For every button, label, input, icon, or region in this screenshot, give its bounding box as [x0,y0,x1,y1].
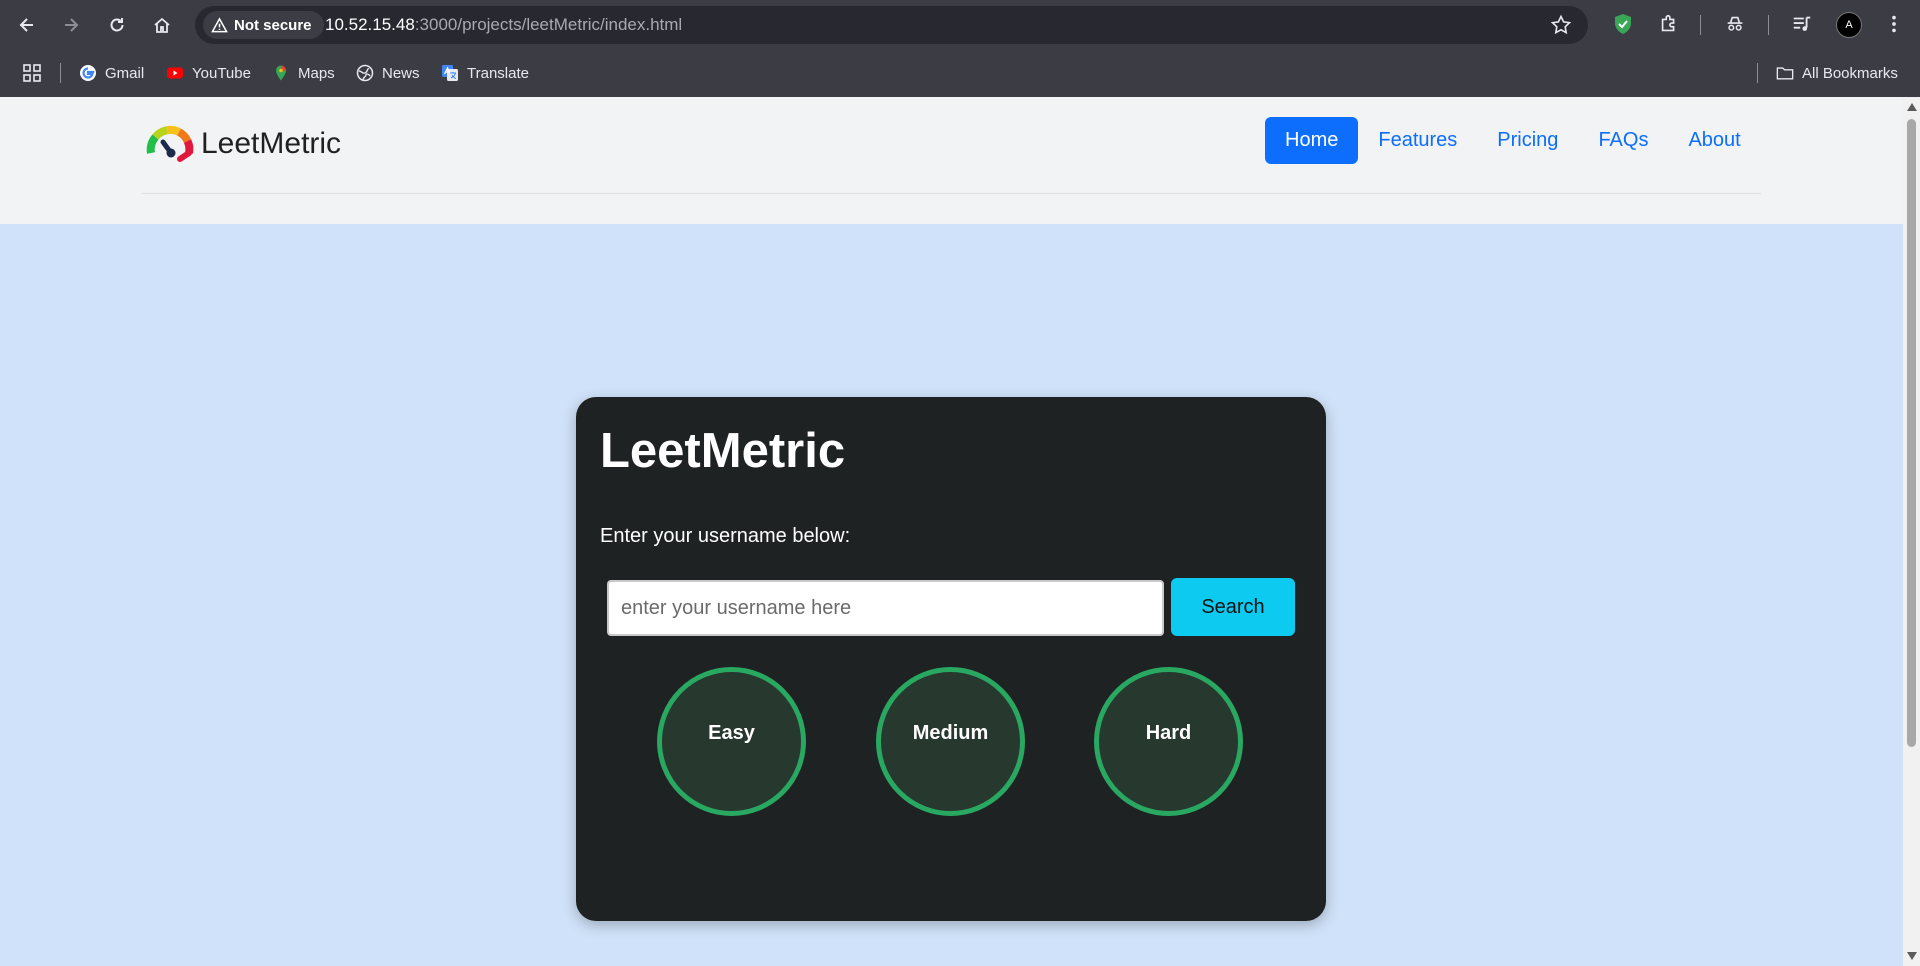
toolbar-divider [1768,15,1769,35]
url-host: 10.52.15.48 [325,15,415,34]
header-divider [142,193,1761,194]
security-label: Not secure [234,16,312,34]
bookmark-label: YouTube [192,64,251,82]
nav-about[interactable]: About [1668,117,1760,164]
scrollbar-thumb[interactable] [1907,119,1916,747]
forward-icon[interactable] [55,9,87,41]
bookmark-label: News [382,64,420,82]
bookmarks-divider [60,63,61,83]
bookmarks-bar: Gmail YouTube Maps News Translate All Bo… [0,50,1920,97]
all-bookmarks-label: All Bookmarks [1802,64,1898,82]
address-bar[interactable]: Not secure 10.52.15.48:3000/projects/lee… [195,6,1588,44]
extensions-icon[interactable] [1657,12,1681,36]
star-icon[interactable] [1550,14,1572,36]
bookmark-maps[interactable]: Maps [272,61,335,85]
medium-label: Medium [912,722,989,744]
incognito-icon[interactable] [1723,12,1747,36]
hard-progress-circle: Hard [1094,667,1243,816]
username-label: Enter your username below: [600,525,851,547]
medium-progress-circle: Medium [876,667,1025,816]
bookmark-translate[interactable]: Translate [441,61,529,85]
bookmark-gmail[interactable]: Gmail [79,61,144,85]
reload-icon[interactable] [101,9,133,41]
google-icon [79,64,97,82]
gauge-logo-icon [146,125,194,162]
easy-label: Easy [708,722,755,744]
scroll-up-arrow-icon[interactable] [1907,103,1917,111]
media-icon[interactable] [1790,12,1814,36]
shield-icon[interactable] [1611,12,1635,36]
bookmarks-divider [1757,63,1758,83]
url-path: :3000/projects/leetMetric/index.html [414,15,683,34]
profile-avatar[interactable]: A [1836,12,1862,38]
bookmark-youtube[interactable]: YouTube [166,61,251,85]
maps-icon [272,64,290,82]
main-nav: Home Features Pricing FAQs About [1265,117,1761,164]
warning-icon [211,16,228,32]
card-title: LeetMetric [600,424,846,478]
security-chip[interactable]: Not secure [203,11,324,39]
globe-icon [356,64,374,82]
avatar-text: A [1845,19,1853,31]
nav-features[interactable]: Features [1358,117,1477,164]
page-viewport: LeetMetric Home Features Pricing FAQs Ab… [0,97,1903,966]
leetmetric-card: LeetMetric Enter your username below: Se… [576,397,1326,921]
hard-label: Hard [1145,722,1192,744]
toolbar-divider [1700,15,1701,35]
bookmark-label: Gmail [105,64,145,82]
home-icon[interactable] [146,9,178,41]
browser-toolbar: Not secure 10.52.15.48:3000/projects/lee… [0,0,1920,50]
bookmark-label: Maps [298,64,335,82]
username-input[interactable] [607,580,1164,636]
page-scrollbar[interactable] [1903,97,1920,966]
bookmark-news[interactable]: News [356,61,420,85]
apps-icon[interactable] [22,61,42,85]
translate-icon [441,64,459,82]
search-button[interactable]: Search [1171,578,1295,636]
brand-name: LeetMetric [201,127,342,160]
easy-progress-circle: Easy [657,667,806,816]
nav-home[interactable]: Home [1265,117,1359,164]
back-icon[interactable] [11,9,43,41]
site-header: LeetMetric Home Features Pricing FAQs Ab… [0,97,1903,224]
nav-pricing[interactable]: Pricing [1477,117,1578,164]
nav-faqs[interactable]: FAQs [1578,117,1668,164]
brand-link[interactable]: LeetMetric [145,123,341,165]
scroll-down-arrow-icon[interactable] [1907,952,1917,960]
menu-kebab-icon[interactable] [1882,12,1906,36]
bookmark-label: Translate [467,64,529,82]
all-bookmarks-button[interactable]: All Bookmarks [1776,61,1898,85]
url-text[interactable]: 10.52.15.48:3000/projects/leetMetric/ind… [325,15,682,35]
folder-icon [1776,64,1794,82]
youtube-icon [166,64,184,82]
